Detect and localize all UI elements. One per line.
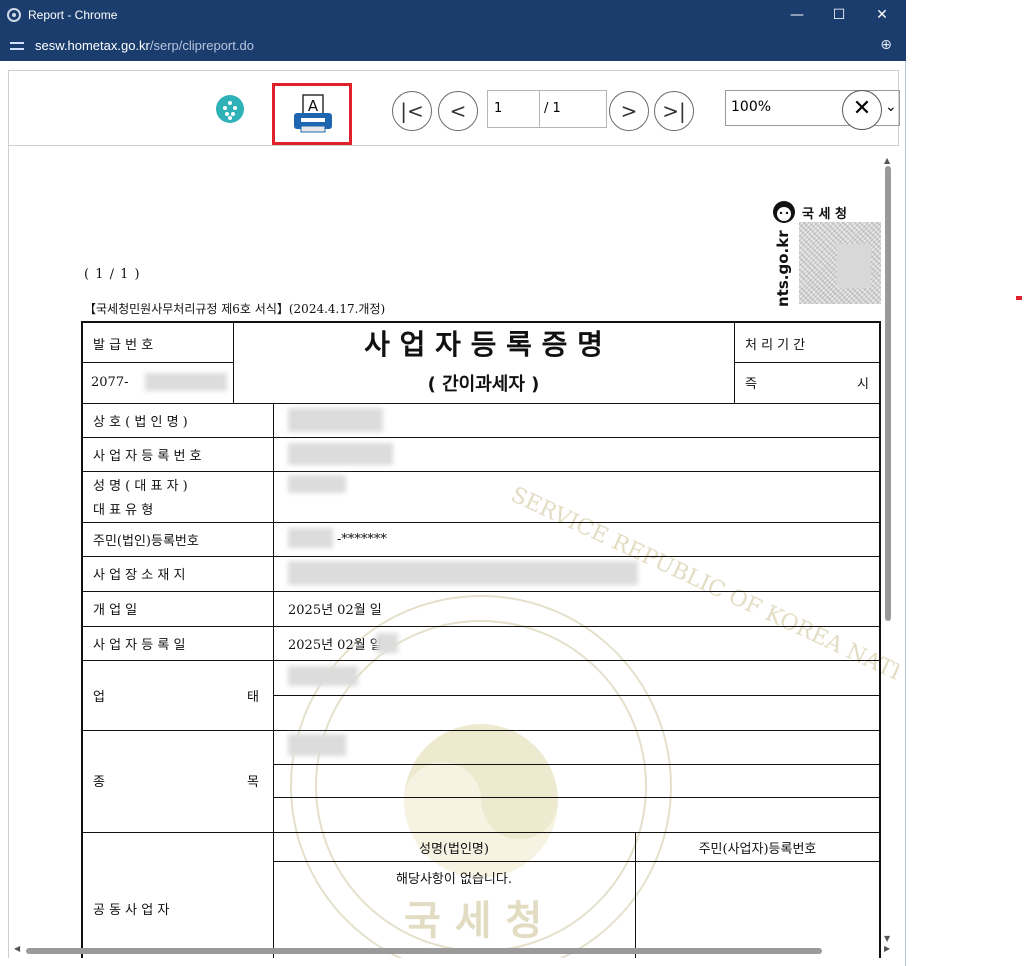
title-bar: Report - Chrome — ☐ ✕	[0, 0, 906, 31]
horizontal-scroll-thumb[interactable]	[26, 948, 822, 954]
business-address-label: 사 업 장 소 재 지	[93, 567, 186, 583]
report-viewer: SERVICE REPUBLIC OF KOREA NATIONAL 국 세 청…	[8, 146, 899, 958]
scroll-up-icon[interactable]: ▲	[884, 156, 890, 165]
save-icon[interactable]	[216, 95, 248, 127]
co-owner-reg-header: 주민(사업자)등록번호	[698, 841, 817, 857]
resident-number-label: 주민(법인)등록번호	[93, 533, 199, 549]
qr-code	[799, 222, 881, 304]
open-date-label: 개 업 일	[93, 602, 138, 618]
zoom-value[interactable]: 100%	[731, 99, 771, 115]
report-toolbar: A |< < 1 / 1 > >| 100% ✕ ⌄	[8, 70, 900, 146]
document-subtitle: ( 간이과세자 )	[427, 374, 540, 395]
first-page-button[interactable]: |<	[392, 91, 432, 131]
redacted-representative	[288, 475, 346, 493]
business-item-label-left: 종	[93, 774, 105, 790]
processing-period-label: 처 리 기 간	[745, 337, 806, 353]
processing-period-left: 즉	[745, 376, 757, 392]
certificate-table: 발 급 번 호 2077- 사 업 자 등 록 증 명 ( 간이과세자 ) 처 …	[81, 321, 881, 958]
prev-page-button[interactable]: <	[438, 91, 478, 131]
representative-label: 성 명 ( 대 표 자 )	[93, 478, 188, 494]
url-text[interactable]: sesw.hometax.go.kr/serp/clipreport.do	[35, 38, 254, 53]
scroll-left-icon[interactable]: ◀	[14, 944, 20, 953]
business-item-label-right: 목	[247, 774, 259, 790]
next-page-button[interactable]: >	[609, 91, 649, 131]
vertical-scrollbar[interactable]: ▲ ▼	[884, 156, 892, 946]
redacted-issue-number	[145, 373, 227, 391]
redacted-business-item	[288, 734, 346, 756]
redacted-registration-day	[376, 633, 398, 653]
maximize-button[interactable]: ☐	[828, 4, 850, 26]
last-page-button[interactable]: >|	[654, 91, 694, 131]
agency-mascot-icon	[773, 201, 795, 223]
redacted-address	[288, 561, 638, 585]
agency-name: 국 세 청	[802, 207, 847, 222]
page-indicator: ( 1 / 1 )	[84, 267, 141, 282]
zoom-select[interactable]: 100% ✕ ⌄	[725, 90, 900, 130]
zoom-clear-button[interactable]: ✕	[842, 90, 882, 130]
business-type-label-left: 업	[93, 689, 105, 705]
chevron-down-icon[interactable]: ⌄	[885, 99, 897, 115]
co-owner-name-header: 성명(법인명)	[419, 841, 489, 857]
form-number: 【국세청민원사무처리규정 제6호 서식】(2024.4.17.개정)	[84, 302, 386, 316]
redacted-resident-number	[288, 528, 333, 548]
representative-type-label: 대 표 유 형	[93, 502, 154, 518]
print-button-highlight[interactable]: A	[272, 83, 352, 145]
redacted-business-number	[288, 443, 393, 465]
redacted-company	[288, 408, 383, 432]
redacted-business-type	[288, 666, 358, 686]
open-date-value: 2025년 02월 일	[288, 602, 382, 618]
scroll-right-icon[interactable]: ▶	[884, 944, 890, 953]
document-title: 사 업 자 등 록 증 명	[364, 328, 603, 361]
site-url-vertical: nts.go.kr	[774, 230, 792, 307]
close-button[interactable]: ✕	[871, 4, 893, 26]
svg-text:A: A	[308, 97, 319, 115]
business-type-label-right: 태	[247, 689, 259, 705]
processing-period-right: 시	[857, 376, 869, 392]
vertical-scroll-thumb[interactable]	[885, 166, 891, 621]
company-name-label: 상 호 ( 법 인 명 )	[93, 414, 188, 430]
page-current-input[interactable]: 1	[488, 91, 540, 127]
co-owner-label: 공 동 사 업 자	[93, 902, 170, 918]
scroll-down-icon[interactable]: ▼	[884, 934, 890, 943]
horizontal-scrollbar[interactable]: ◀ ▶	[14, 944, 894, 956]
printer-icon[interactable]: A	[292, 93, 334, 135]
browser-window: Report - Chrome — ☐ ✕ sesw.hometax.go.kr…	[0, 0, 906, 966]
page-number-box: 1 / 1	[487, 90, 607, 128]
certificate-document: SERVICE REPUBLIC OF KOREA NATIONAL 국 세 청…	[9, 146, 899, 958]
zoom-icon[interactable]: ⊕	[880, 37, 892, 53]
co-owner-none-text: 해당사항이 없습니다.	[396, 871, 512, 887]
minimize-button[interactable]: —	[786, 4, 808, 26]
issue-number-label: 발 급 번 호	[93, 337, 154, 353]
resident-number-value: -*******	[337, 531, 387, 547]
chrome-icon	[7, 8, 21, 22]
window-title: Report - Chrome	[28, 8, 118, 22]
offscreen-marker	[1016, 296, 1022, 300]
registration-date-label: 사 업 자 등 록 일	[93, 637, 186, 653]
page-total: / 1	[544, 101, 561, 116]
business-number-label: 사 업 자 등 록 번 호	[93, 448, 202, 464]
site-settings-icon[interactable]	[10, 40, 24, 52]
address-bar[interactable]: sesw.hometax.go.kr/serp/clipreport.do ⊕	[0, 31, 906, 61]
